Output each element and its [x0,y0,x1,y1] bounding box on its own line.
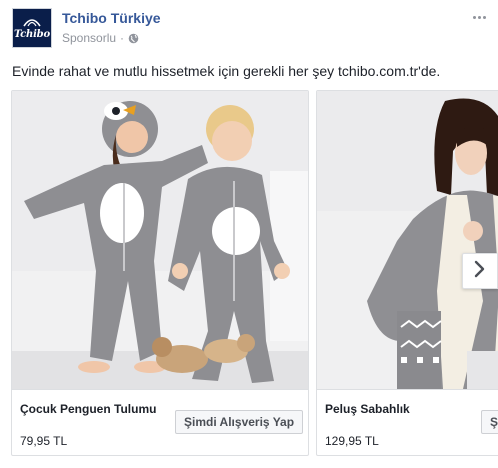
product-carousel: Çocuk Penguen Tulumu 79,95 TL Şimdi Alış… [0,90,498,458]
globe-icon [128,33,139,44]
card-footer: Çocuk Penguen Tulumu 79,95 TL Şimdi Alış… [12,389,308,455]
card-price: 129,95 TL [325,434,379,448]
chevron-right-icon [474,260,486,283]
sponsored-meta: Sponsorlu · [62,31,139,45]
carousel-card[interactable]: Çocuk Penguen Tulumu 79,95 TL Şimdi Alış… [11,90,309,456]
shop-now-button[interactable]: Şimdi Alışveriş Yap [481,410,498,434]
tchibo-logo-mark [23,17,41,27]
post-header: Tchibo Tchibo Türkiye Sponsorlu · [12,8,486,50]
logo-text: Tchibo [14,28,50,40]
meta-separator: · [120,31,125,45]
woman-plush-robe-photo[interactable] [317,91,498,389]
more-options-icon[interactable] [466,10,486,24]
carousel-next-button[interactable] [462,253,498,289]
card-title[interactable]: Çocuk Penguen Tulumu [20,402,156,416]
page-name-link[interactable]: Tchibo Türkiye [62,10,161,26]
card-title[interactable]: Peluş Sabahlık [325,402,410,416]
shop-now-button[interactable]: Şimdi Alışveriş Yap [175,410,304,434]
sponsored-label[interactable]: Sponsorlu [62,31,116,45]
card-footer: Peluş Sabahlık 129,95 TL Şimdi Alışveriş… [317,389,498,455]
page-avatar[interactable]: Tchibo [12,8,52,48]
kids-penguin-onesie-photo[interactable] [12,91,308,389]
card-price: 79,95 TL [20,434,68,448]
post-caption: Evinde rahat ve mutlu hissetmek için ger… [12,63,441,79]
